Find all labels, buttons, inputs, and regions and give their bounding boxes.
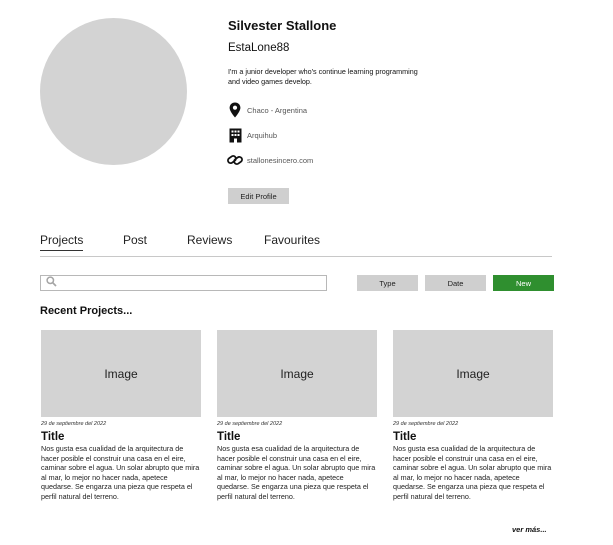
project-description: Nos gusta esa cualidad de la arquitectur…	[393, 444, 552, 501]
project-description: Nos gusta esa cualidad de la arquitectur…	[41, 444, 200, 501]
recent-projects-heading: Recent Projects...	[40, 305, 133, 317]
search-box	[40, 275, 327, 291]
date-filter-button[interactable]: Date	[425, 275, 486, 291]
project-date: 29 de septiembre del 2022	[393, 421, 459, 427]
edit-profile-button[interactable]: Edit Profile	[228, 188, 289, 204]
tab-projects[interactable]: Projects	[40, 233, 84, 251]
project-description: Nos gusta esa cualidad de la arquitectur…	[217, 444, 376, 501]
search-icon	[46, 274, 57, 292]
image-placeholder-label: Image	[104, 366, 138, 381]
project-card[interactable]: Image 29 de septiembre del 2022 Title No…	[41, 330, 201, 501]
project-card[interactable]: Image 29 de septiembre del 2022 Title No…	[393, 330, 553, 501]
tab-post[interactable]: Post	[123, 233, 147, 247]
project-date: 29 de septiembre del 2022	[41, 421, 107, 427]
location-row: Chaco - Argentina	[227, 102, 307, 118]
map-pin-icon	[227, 102, 243, 118]
new-project-button[interactable]: New	[493, 275, 554, 291]
tab-reviews[interactable]: Reviews	[187, 233, 232, 247]
profile-username: EstaLone88	[228, 42, 290, 54]
profile-bio: I'm a junior developer who's continue le…	[228, 67, 418, 86]
location-text: Chaco - Argentina	[247, 105, 308, 115]
project-card[interactable]: Image 29 de septiembre del 2022 Title No…	[217, 330, 377, 501]
image-placeholder-label: Image	[456, 366, 490, 381]
project-title[interactable]: Title	[41, 431, 201, 443]
profile-tabs: Projects Post Reviews Favourites	[40, 231, 552, 257]
website-link[interactable]: stallonesincero.com	[247, 156, 313, 165]
project-title[interactable]: Title	[217, 431, 377, 443]
profile-name: Silvester Stallone	[228, 18, 337, 33]
website-row: stallonesincero.com	[227, 152, 313, 168]
search-input[interactable]	[60, 277, 310, 289]
organization-link[interactable]: Arquihub	[247, 131, 277, 140]
project-image[interactable]: Image	[393, 330, 553, 417]
link-icon	[227, 152, 243, 168]
image-placeholder-label: Image	[280, 366, 314, 381]
building-icon	[227, 127, 243, 143]
see-more-link[interactable]: ver más...	[512, 525, 547, 534]
project-image[interactable]: Image	[41, 330, 201, 417]
project-image[interactable]: Image	[217, 330, 377, 417]
organization-row: Arquihub	[227, 127, 277, 143]
type-filter-button[interactable]: Type	[357, 275, 418, 291]
tab-favourites[interactable]: Favourites	[264, 233, 320, 247]
project-date: 29 de septiembre del 2022	[217, 421, 283, 427]
avatar	[40, 18, 187, 165]
project-title[interactable]: Title	[393, 431, 553, 443]
